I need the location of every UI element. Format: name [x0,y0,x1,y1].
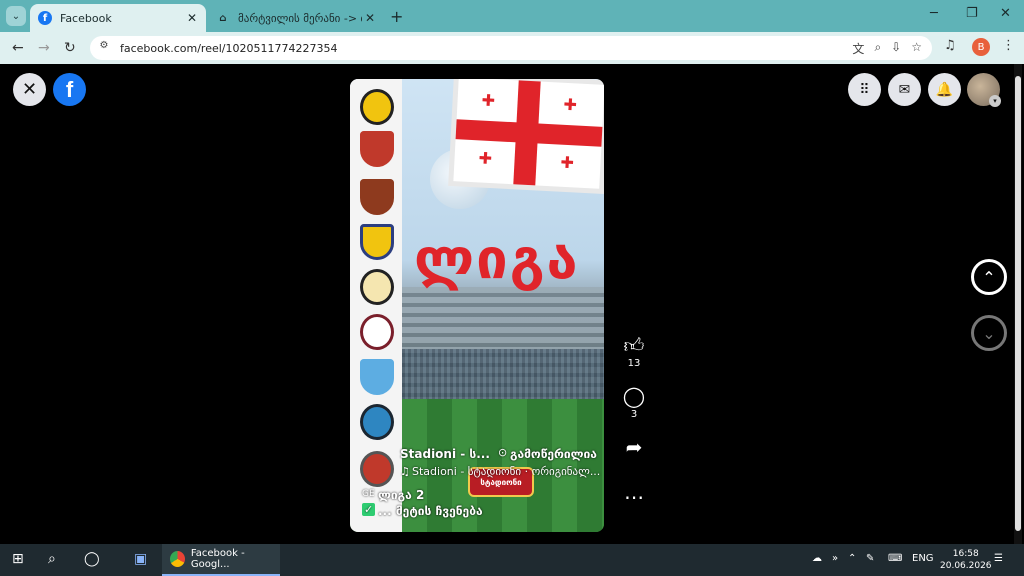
comment-count: 3 [630,409,638,420]
chevron-icon[interactable]: » [832,553,838,564]
grid-icon: ⠿ [859,81,870,98]
follow-status[interactable]: გამოწერილია [510,447,597,461]
tab-title: მარტვილის მერანი -> თბი [238,11,362,25]
media-icon[interactable]: ♫ [944,38,956,53]
facebook-logo[interactable]: f [53,73,86,106]
caption-line1: ლიგა 2 [378,488,425,502]
like-icon[interactable]: 👍︎ [614,334,654,356]
tab-title: Facebook [60,11,112,25]
chevron-down-icon[interactable]: ▾ [989,95,1001,107]
reel-title-text: ლიგა [414,227,580,292]
caption-flag: GE [362,489,375,499]
audio-track[interactable]: Stadioni - სტადიონი · ორიგინალ... [412,465,600,478]
globe-icon: ⊙ [498,446,508,459]
messenger-icon: ✉ [898,81,911,98]
bookmark-icon: ⌂ [219,12,227,24]
checkmark-icon: ✓ [362,503,376,516]
pen-icon[interactable]: ✎ [866,553,874,564]
search-icon[interactable]: ⌕ [48,551,56,567]
zoom-icon[interactable]: ⌕ [874,40,881,57]
club-badge [360,314,394,350]
music-icon: ♫ [400,465,410,478]
tab-bar: ⌄ f Facebook ✕ ⌂ მარტვილის მერანი -> თბი… [0,0,1024,32]
club-badge [360,269,394,305]
close-tab-icon[interactable]: ✕ [184,11,200,25]
address-bar[interactable]: ⚙ facebook.com/reel/1020511774227354 文 ⌕… [90,36,932,60]
chrome-taskbar-button[interactable]: Facebook - Googl... [162,544,280,576]
club-badge [360,131,394,167]
keyboard-icon[interactable]: ⌨ [888,553,902,564]
notifications-button[interactable]: 🔔 [928,73,961,106]
reel-actions: 👍︎ 13 ◯ 3 ➦ ⋯ [614,334,654,508]
messenger-button[interactable]: ✉ [888,73,921,106]
close-icon: ✕ [21,79,38,100]
tab-search-button[interactable]: ⌄ [6,6,26,26]
reload-icon[interactable]: ↻ [64,40,76,56]
club-badge [360,404,394,440]
restore-icon[interactable]: ❐ [966,6,978,21]
windows-taskbar: ⊞ ⌕ ◯ ▣ Facebook - Googl... ☁ » ⌃ ✎ ⌨ EN… [0,544,1024,576]
toolbar: ← → ↻ ⚙ facebook.com/reel/10205117742273… [0,32,1024,64]
reel-viewer: ✕ f ⠿ ✉ 🔔 ▾ ✚ ✚ ✚ ✚ ლიგა სტადიონი Stadio… [0,64,1024,544]
next-reel-button[interactable]: ⌄ [971,315,1007,351]
windows-start-icon[interactable]: ⊞ [12,551,24,567]
clock-time: 16:58 [952,549,979,559]
club-badge [360,179,394,215]
close-tab-icon[interactable]: ✕ [362,11,378,25]
menu-icon[interactable]: ⋮ [1002,38,1015,53]
share-icon[interactable]: ➦ [614,436,654,458]
new-tab-button[interactable]: + [390,7,403,26]
notification-icon[interactable]: ☰ [994,553,1003,564]
club-badge [360,451,394,487]
language-indicator[interactable]: ENG [912,553,934,564]
task-view-icon[interactable]: ◯ [84,551,100,567]
see-more-link[interactable]: ... მეტის ჩვენება [378,504,483,518]
georgia-flag: ✚ ✚ ✚ ✚ [453,79,604,189]
url-text: facebook.com/reel/1020511774227354 [120,41,338,55]
chevron-down-icon: ⌄ [982,323,996,343]
club-badge [360,89,394,125]
chrome-taskbar-label: Facebook - Googl... [190,548,245,570]
comment-icon[interactable]: ◯ [614,385,654,407]
more-icon[interactable]: ⋯ [614,486,654,508]
clock-date: 20.06.2026 [940,561,992,571]
cloud-icon[interactable]: ☁ [812,553,822,564]
facebook-icon: f [38,11,52,25]
chevron-up-icon: ⌃ [982,267,996,287]
close-reel-button[interactable]: ✕ [13,73,46,106]
install-icon[interactable]: ⇩ [891,40,901,57]
forward-icon[interactable]: → [38,40,50,56]
reel-video[interactable]: ✚ ✚ ✚ ✚ ლიგა სტადიონი Stadioni - ს... ⊙ … [350,79,604,532]
bookmark-star-icon[interactable]: ☆ [911,40,922,57]
back-icon[interactable]: ← [12,40,24,56]
previous-reel-button[interactable]: ⌃ [971,259,1007,295]
author-name[interactable]: Stadioni - ს... [400,447,490,461]
close-window-icon[interactable]: ✕ [1000,6,1011,21]
profile-avatar[interactable]: B [972,38,990,56]
club-badge [360,359,394,395]
translate-icon[interactable]: 文 [852,40,864,57]
tray-up-icon[interactable]: ⌃ [848,553,856,564]
clock[interactable]: 16:58 20.06.2026 [940,548,992,572]
site-info-icon[interactable]: ⚙ [96,40,112,56]
minimize-icon[interactable]: ─ [930,6,938,21]
tab-facebook[interactable]: f Facebook ✕ [30,4,206,32]
menu-grid-button[interactable]: ⠿ [848,73,881,106]
stadium-crowd [402,349,604,399]
like-count: 13 [627,358,641,369]
tab-second[interactable]: ⌂ მარტვილის მერანი -> თბი ✕ [208,4,384,32]
app-icon[interactable]: ▣ [134,551,147,567]
bell-icon: 🔔 [935,81,954,98]
chrome-icon [170,551,185,567]
club-badge [360,224,394,260]
scrollbar-thumb[interactable] [1015,76,1021,531]
club-badges-column [350,79,402,532]
